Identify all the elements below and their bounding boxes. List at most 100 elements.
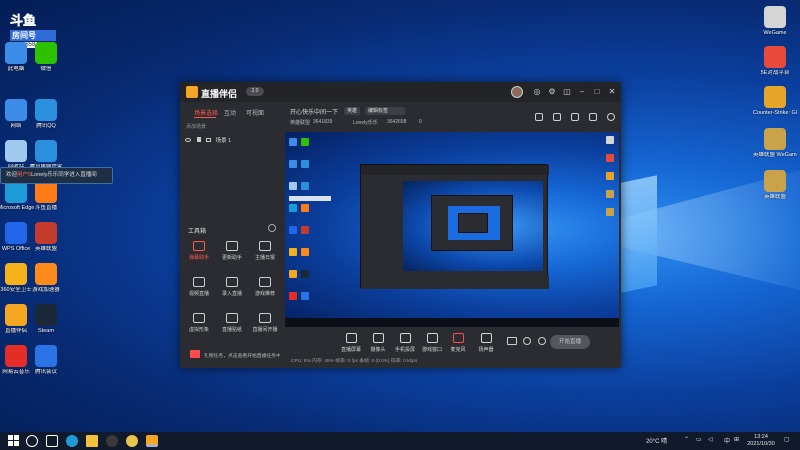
volume-icon[interactable]: ◁ bbox=[708, 436, 713, 443]
gift-icon[interactable] bbox=[535, 113, 543, 121]
source-label: 扬声器 bbox=[478, 347, 494, 353]
preview-desktop-icon bbox=[289, 138, 297, 146]
source-button[interactable]: 麦克风 bbox=[445, 333, 471, 353]
desktop-icon[interactable]: Counter-Strike: Global Off... bbox=[753, 86, 797, 116]
preview-desktop-icon bbox=[289, 292, 297, 300]
weather-text[interactable]: 20°C 晴 bbox=[646, 436, 667, 445]
edit-tags-chip[interactable]: 编辑标签 bbox=[365, 107, 405, 115]
desktop-icon-label: Steam bbox=[38, 328, 54, 334]
timer-icon[interactable] bbox=[523, 337, 531, 345]
clock[interactable]: 13:24 2021/10/30 bbox=[744, 434, 778, 448]
start-icon[interactable] bbox=[8, 435, 20, 447]
message-icon[interactable]: ◎ bbox=[532, 87, 542, 97]
desktop-icon[interactable]: 5E对战平台 bbox=[753, 46, 797, 76]
toolbox-item[interactable]: 直播贴纸 bbox=[217, 313, 247, 333]
source-button[interactable]: 扬声器 bbox=[473, 333, 499, 353]
preview-desktop-icon bbox=[301, 270, 309, 278]
app-taskbar-icon[interactable] bbox=[106, 435, 118, 447]
source-button[interactable]: 游戏窗口 bbox=[419, 333, 445, 353]
toolbox-item[interactable]: 游戏推荐 bbox=[250, 277, 280, 297]
network-icon[interactable]: ▭ bbox=[696, 436, 702, 443]
desktop-icon[interactable]: 英雄联盟 bbox=[753, 170, 797, 200]
desktop-icon[interactable]: 英雄联盟 WeGame版 bbox=[753, 128, 797, 158]
nested-preview-canvas bbox=[403, 181, 543, 271]
desktop-icon[interactable]: Steam bbox=[24, 304, 68, 334]
category-label[interactable]: 英雄联盟 bbox=[290, 119, 310, 126]
tool-label: 直播间开播 bbox=[252, 327, 278, 333]
add-scene-button[interactable]: 添加场景 bbox=[186, 123, 206, 130]
desktop-icon-label: 腾讯QQ bbox=[36, 123, 56, 129]
edge-icon[interactable] bbox=[66, 435, 78, 447]
desktop-icon[interactable]: 游戏加速器 bbox=[24, 263, 68, 293]
tray-arrow-icon[interactable]: ⌃ bbox=[684, 436, 689, 443]
desktop-icon[interactable]: 微信 bbox=[24, 42, 68, 72]
maximize-icon[interactable]: □ bbox=[592, 87, 602, 97]
search-icon[interactable] bbox=[26, 435, 38, 447]
preview-desktop-icon bbox=[289, 182, 297, 190]
tab-scenes[interactable]: 场景选择 bbox=[194, 108, 218, 117]
eye-icon[interactable] bbox=[185, 138, 191, 142]
skin-icon[interactable]: ◫ bbox=[562, 87, 572, 97]
desktop-icon[interactable]: WeGame bbox=[753, 6, 797, 36]
preview-desktop-icon bbox=[289, 160, 297, 168]
close-icon[interactable]: ✕ bbox=[607, 87, 617, 97]
live-companion-taskbar-icon[interactable] bbox=[146, 435, 158, 447]
minimize-icon[interactable]: – bbox=[577, 87, 587, 97]
toolbox-item[interactable]: 更新助手 bbox=[217, 241, 247, 261]
desktop-icon[interactable]: 斗鱼直播 bbox=[24, 181, 68, 211]
toolbox-item[interactable]: 主播日报 bbox=[250, 241, 280, 261]
desktop-icon[interactable]: 腾讯QQ bbox=[24, 99, 68, 129]
preview-toast bbox=[289, 196, 331, 201]
avatar[interactable] bbox=[511, 86, 523, 98]
tab-visual[interactable]: 可视面 bbox=[246, 108, 264, 117]
preview-desktop-icon bbox=[301, 204, 309, 212]
record-icon[interactable] bbox=[507, 337, 517, 345]
stream-header: 开心快乐中间一下 英雄 编辑标签 英雄联盟 3641839 Lonely乐乐 3… bbox=[283, 102, 621, 132]
notification-icon[interactable]: ▢ bbox=[784, 436, 790, 443]
live-badge-icon bbox=[190, 350, 200, 358]
version-badge[interactable]: 2.0 bbox=[246, 87, 264, 96]
performance-status: CPU: 5% 内存: 45% 帧率: 0 fps 丢帧: 0 (0.0%) 码… bbox=[291, 359, 418, 364]
desktop-icon[interactable]: 腾讯电脑管家 bbox=[24, 140, 68, 170]
shop-icon[interactable] bbox=[553, 113, 561, 121]
calendar-icon[interactable] bbox=[571, 113, 579, 121]
lock-icon[interactable] bbox=[196, 137, 201, 142]
room-id-label: 3641839 bbox=[313, 119, 333, 125]
stream-preview[interactable] bbox=[285, 132, 619, 327]
scene-item[interactable]: 场景 1 bbox=[185, 136, 277, 146]
desktop-icon[interactable]: 英雄联盟 bbox=[24, 222, 68, 252]
toolbox-item[interactable]: 虚拟形象 bbox=[184, 313, 214, 333]
toolbox-item[interactable]: 弹幕助手 bbox=[184, 241, 214, 261]
go-live-button[interactable]: 开始直播 bbox=[550, 335, 590, 349]
desktop-icon[interactable]: 腾讯会议 bbox=[24, 345, 68, 375]
preview-desktop-icon bbox=[301, 160, 309, 168]
windows-taskbar: 20°C 晴 ⌃ ▭ ◁ 中 ⊞ 13:24 2021/10/30 ▢ bbox=[0, 432, 800, 450]
app-icon bbox=[764, 86, 786, 108]
toolbox-item[interactable]: 直播间开播 bbox=[250, 313, 280, 333]
task-view-icon[interactable] bbox=[46, 435, 58, 447]
settings-gear-icon[interactable] bbox=[538, 337, 546, 345]
game-taskbar-icon[interactable] bbox=[126, 435, 138, 447]
share-icon[interactable] bbox=[607, 113, 615, 121]
desktop-icon-label: 斗鱼直播 bbox=[34, 205, 57, 211]
toolbox-item[interactable]: 视频直播 bbox=[184, 277, 214, 297]
source-button[interactable]: 手机投屏 bbox=[392, 333, 418, 353]
title-chip[interactable]: 英雄 bbox=[344, 107, 361, 115]
input-method[interactable]: 中 bbox=[724, 436, 730, 445]
nested-bottom-bar bbox=[361, 275, 549, 289]
more-icon[interactable] bbox=[268, 224, 276, 232]
tab-interaction[interactable]: 互动 bbox=[224, 108, 236, 117]
settings-icon[interactable]: ⚙ bbox=[547, 87, 557, 97]
source-button[interactable]: 摄像头 bbox=[365, 333, 391, 353]
desktop-icon-label: 腾讯会议 bbox=[34, 369, 57, 375]
app-icon bbox=[35, 304, 57, 326]
bell-icon[interactable] bbox=[589, 113, 597, 121]
source-button[interactable]: 直播屏幕 bbox=[338, 333, 364, 353]
nested-preview-window-2 bbox=[431, 195, 513, 251]
preview-desktop-icon bbox=[301, 292, 309, 300]
toolbox-item[interactable]: 录入直播 bbox=[217, 277, 247, 297]
file-explorer-icon[interactable] bbox=[86, 435, 98, 447]
task-status-text[interactable]: 礼物任务，点击查看开始直播任务中，即将领取 bbox=[204, 352, 280, 359]
ime-icon[interactable]: ⊞ bbox=[734, 436, 739, 443]
preview-desktop-icon bbox=[606, 154, 614, 162]
